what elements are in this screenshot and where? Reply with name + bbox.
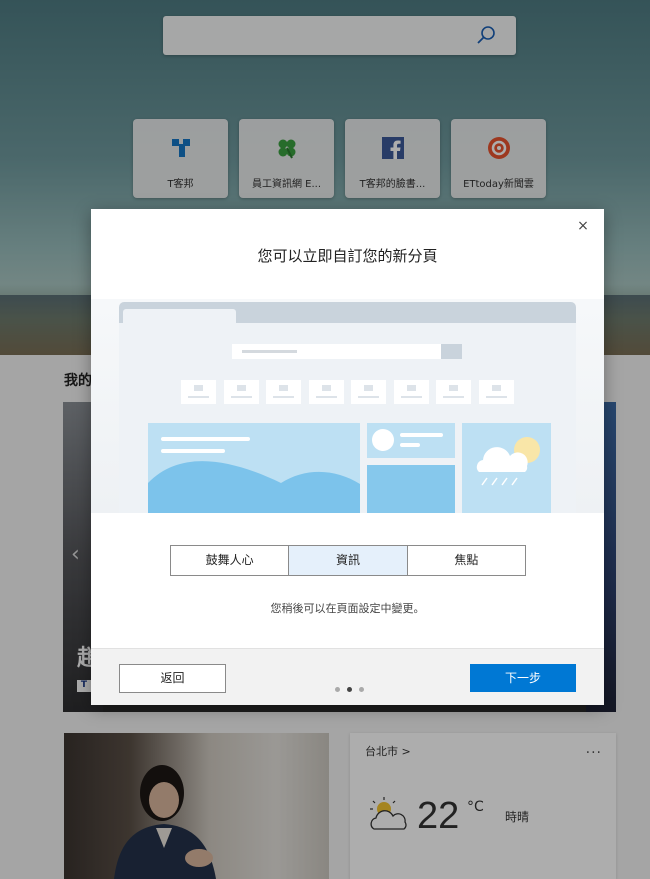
back-button[interactable]: 返回 (119, 664, 226, 693)
layout-preview-illustration (91, 299, 604, 513)
dialog-footer: 返回 下一步 (91, 648, 604, 705)
page-indicator (335, 677, 371, 696)
customize-dialog: × 您可以立即自訂您的新分頁 鼓舞人心 資訊 焦點 您稍後可以在頁面設定中變更。… (91, 209, 604, 705)
layout-option-group: 鼓舞人心 資訊 焦點 (170, 545, 526, 576)
option-informational[interactable]: 資訊 (288, 546, 407, 575)
option-inspirational[interactable]: 鼓舞人心 (171, 546, 288, 575)
layout-preview-graphic (119, 302, 576, 513)
dialog-title: 您可以立即自訂您的新分頁 (257, 247, 438, 265)
option-focused[interactable]: 焦點 (406, 546, 525, 575)
page-dot-active (347, 687, 352, 692)
close-icon[interactable]: × (576, 219, 590, 233)
page-dot (335, 687, 340, 692)
next-button[interactable]: 下一步 (470, 664, 576, 692)
page-dot (359, 687, 364, 692)
dialog-hint: 您稍後可以在頁面設定中變更。 (270, 602, 425, 615)
